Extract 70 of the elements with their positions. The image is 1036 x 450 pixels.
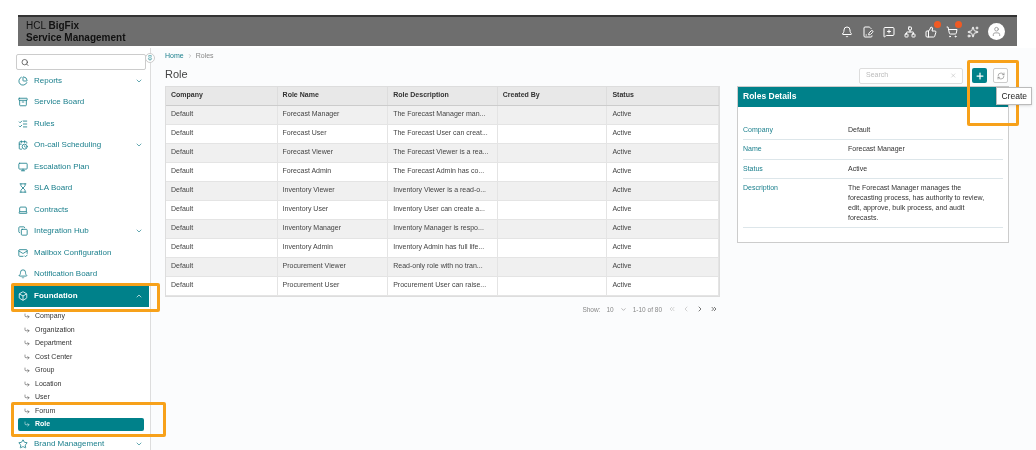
sidebar-item-label: Rules: [34, 117, 56, 130]
notification-badge: [934, 20, 941, 28]
branch-icon: [24, 394, 30, 401]
refresh-icon: [996, 71, 1005, 80]
sidebar-item[interactable]: Brand Management: [13, 433, 149, 450]
sidebar-item[interactable]: Integration Hub: [13, 220, 149, 242]
sidebar-item[interactable]: Escalation Plan: [13, 156, 149, 178]
sidebar-item-label: Escalation Plan: [34, 160, 91, 173]
sidebar-item-label: Reports: [34, 74, 63, 87]
branch-icon: [24, 340, 30, 347]
sidebar-item-label: Mailbox Configuration: [34, 246, 113, 259]
star-icon: [18, 438, 28, 449]
hourglass-icon: [18, 183, 28, 194]
sidebar-item-label: Service Board: [34, 96, 86, 109]
last-page-icon[interactable]: [710, 305, 718, 314]
sidebar-item-label: Contracts: [34, 203, 70, 216]
sidebar-item[interactable]: SLA Board: [13, 177, 149, 199]
sidebar-item[interactable]: Mailbox Configuration: [13, 242, 149, 264]
hierarchy-icon[interactable]: [904, 25, 916, 38]
document-icon[interactable]: [862, 25, 874, 38]
sidebar-item-label: On-call Scheduling: [34, 139, 103, 152]
cart-icon[interactable]: [946, 25, 958, 38]
branch-icon: [24, 407, 30, 414]
copy-icon: [18, 226, 28, 237]
branch-icon: [24, 421, 30, 428]
sidebar-item-label: Brand Management: [34, 437, 106, 450]
details-title: Roles Details: [743, 90, 797, 103]
branch-icon: [24, 353, 30, 360]
sidebar-item[interactable]: Reports: [13, 70, 149, 92]
user-icon: [991, 26, 1002, 37]
laptop-icon: [18, 204, 28, 215]
branch-icon: [24, 380, 30, 387]
notification-badge: [955, 20, 962, 28]
brand-name: HCL BigFix: [26, 19, 80, 32]
sidebar-item-label: SLA Board: [34, 182, 74, 195]
thumbs-up-icon[interactable]: [925, 25, 937, 38]
sidebar-item[interactable]: Contracts: [13, 199, 149, 221]
chat-icon[interactable]: [883, 25, 895, 38]
create-button[interactable]: [972, 68, 987, 83]
plus-icon: [974, 70, 985, 81]
sidebar-item-label: Notification Board: [34, 268, 99, 281]
bell-icon: [18, 269, 28, 280]
sidebar-item[interactable]: On-call Scheduling: [13, 134, 149, 156]
calendar-icon: [18, 140, 28, 151]
archive-icon: [18, 97, 28, 108]
bell-icon[interactable]: [841, 25, 853, 38]
sidebar-item-label: Foundation: [34, 289, 79, 302]
breadcrumb-separator-icon: [186, 53, 193, 60]
sparkle-icon[interactable]: [967, 25, 979, 38]
box-icon: [18, 290, 28, 301]
branch-icon: [24, 367, 30, 374]
avatar[interactable]: [988, 23, 1005, 40]
sidebar-item[interactable]: Rules: [13, 113, 149, 135]
refresh-button[interactable]: [993, 68, 1008, 83]
branch-icon: [24, 313, 30, 320]
monitor-icon: [18, 161, 28, 172]
search-icon: [21, 57, 30, 67]
sidebar-search-field[interactable]: [16, 54, 146, 70]
sidebar-item[interactable]: Service Board: [13, 91, 149, 113]
tooltip: Create: [996, 86, 1032, 106]
sidebar-item-label: Integration Hub: [34, 225, 90, 238]
brand-subtitle: Service Management: [26, 31, 126, 44]
page-title: Role: [165, 66, 188, 82]
sidebar-item[interactable]: Notification Board: [13, 263, 149, 285]
pin-icon: [147, 55, 153, 61]
pie-chart-icon: [18, 75, 28, 86]
next-page-icon[interactable]: [696, 305, 704, 314]
list-icon: [18, 118, 28, 129]
mail-icon: [18, 247, 28, 258]
branch-icon: [24, 326, 30, 333]
